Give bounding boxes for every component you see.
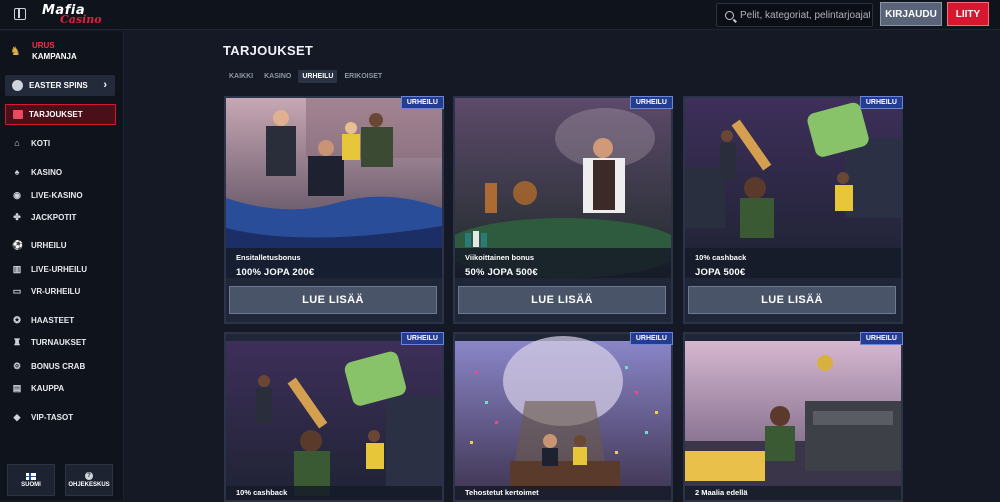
sidebar-item-live-kasino[interactable]: ◉ LIVE-KASINO xyxy=(12,190,83,201)
category-badge: URHEILU xyxy=(629,96,673,109)
category-badge: URHEILU xyxy=(859,332,903,345)
tab-sports[interactable]: URHEILU xyxy=(298,70,338,83)
sidebar-item-turnaukset[interactable]: ♜ TURNAUKSET xyxy=(12,337,86,348)
ball-icon: ⚽ xyxy=(12,240,24,250)
category-badge: URHEILU xyxy=(400,96,444,109)
offer-card[interactable]: URHEILU Tehostetut kertoimet xyxy=(453,332,673,502)
spade-icon: ♠ xyxy=(14,167,20,177)
logo[interactable]: Mafia Casino xyxy=(42,2,102,28)
offer-image xyxy=(226,334,442,500)
easter-spins-label: EASTER SPINS xyxy=(29,81,88,90)
sidebar-item-label: VR-URHEILU xyxy=(31,287,81,296)
sidebar-item-bonus-crab[interactable]: ⚙ BONUS CRAB xyxy=(12,361,85,372)
sidebar-item-kasino[interactable]: ♠ KASINO xyxy=(12,167,63,177)
offer-image xyxy=(685,334,901,500)
bull-icon: ♞ xyxy=(10,44,21,58)
badge-icon: ✪ xyxy=(13,315,21,325)
sidebar-toggle-icon[interactable] xyxy=(14,8,26,20)
offer-card[interactable]: URHEILU Viikoittainen bonus 50% JOPA 500… xyxy=(453,96,673,324)
sidebar-item-label: HAASTEET xyxy=(31,316,75,325)
language-button[interactable]: SUOMI xyxy=(7,464,55,496)
join-button[interactable]: LIITY xyxy=(947,2,989,26)
offer-image xyxy=(226,98,442,278)
sidebar: ♞ URUS KAMPANJA EASTER SPINS › TARJOUKSE… xyxy=(0,31,124,500)
offer-subtitle: Ensitalletusbonus xyxy=(236,253,301,262)
help-label: OHJEKESKUS xyxy=(68,482,110,488)
offer-subtitle: 10% cashback xyxy=(236,488,288,497)
offer-tabs: KAIKKI KASINO URHEILU ERIKOISET xyxy=(225,70,386,83)
sidebar-item-label: KOTI xyxy=(31,138,51,148)
sidebar-item-vr-urheilu[interactable]: ▭ VR-URHEILU xyxy=(12,286,81,297)
offer-card[interactable]: URHEILU 10% cashback JOPA 500€ LUE LISÄÄ xyxy=(683,96,903,324)
promo-line1: URUS xyxy=(32,41,55,50)
login-button[interactable]: KIRJAUDU xyxy=(880,2,942,26)
sidebar-item-label: LIVE-KASINO xyxy=(31,191,83,200)
sidebar-item-label: URHEILU xyxy=(31,241,67,250)
sidebar-item-haasteet[interactable]: ✪ HAASTEET xyxy=(12,315,74,326)
offer-title: JOPA 500€ xyxy=(695,267,746,278)
sidebar-item-offers[interactable]: TARJOUKSET xyxy=(5,104,116,125)
search-icon xyxy=(725,10,734,20)
sidebar-item-urheilu[interactable]: ⚽ URHEILU xyxy=(12,240,67,251)
offer-image xyxy=(455,334,671,500)
category-badge: URHEILU xyxy=(629,332,673,345)
offer-image xyxy=(685,98,901,278)
offer-title: 100% JOPA 200€ xyxy=(236,267,315,278)
sidebar-item-kauppa[interactable]: ▤ KAUPPA xyxy=(12,383,64,394)
category-badge: URHEILU xyxy=(859,96,903,109)
help-center-button[interactable]: ? OHJEKESKUS xyxy=(65,464,113,496)
offer-subtitle: Viikoittainen bonus xyxy=(465,253,535,262)
offer-subtitle: 2 Maalia edellä xyxy=(695,488,748,497)
search-box[interactable] xyxy=(716,3,873,27)
read-more-button[interactable]: LUE LISÄÄ xyxy=(229,286,437,314)
tab-specials[interactable]: ERIKOISET xyxy=(340,70,386,83)
offer-card[interactable]: URHEILU 2 Maalia edellä xyxy=(683,332,903,502)
page-title: TARJOUKSET xyxy=(223,43,314,58)
offer-subtitle: 10% cashback xyxy=(695,253,747,262)
sidebar-item-label: TURNAUKSET xyxy=(31,338,87,347)
sidebar-item-koti[interactable]: ⌂ KOTI xyxy=(12,138,50,148)
egg-icon xyxy=(12,80,23,91)
sidebar-item-label: BONUS CRAB xyxy=(31,362,86,371)
promo-line2: KAMPANJA xyxy=(32,52,77,61)
read-more-button[interactable]: LUE LISÄÄ xyxy=(458,286,666,314)
sidebar-item-label: KAUPPA xyxy=(31,384,65,393)
offer-image xyxy=(455,98,671,278)
sidebar-item-label: TARJOUKSET xyxy=(29,110,83,119)
offer-card[interactable]: URHEILU 10% cashback xyxy=(224,332,444,502)
clover-icon: ✤ xyxy=(13,212,21,222)
easter-spins-button[interactable]: EASTER SPINS › xyxy=(5,75,115,96)
offer-title: 50% JOPA 500€ xyxy=(465,267,538,278)
language-label: SUOMI xyxy=(21,481,41,488)
sidebar-item-label: LIVE-URHEILU xyxy=(31,265,87,274)
top-bar: Mafia Casino KIRJAUDU LIITY xyxy=(0,0,1000,30)
shop-icon: ▤ xyxy=(12,383,22,393)
sidebar-item-label: KASINO xyxy=(31,167,63,177)
crab-icon: ⚙ xyxy=(12,361,22,371)
category-badge: URHEILU xyxy=(400,332,444,345)
tab-all[interactable]: KAIKKI xyxy=(225,70,257,83)
diamond-icon: ◆ xyxy=(13,412,21,422)
offer-card[interactable]: URHEILU Ensitalletusbonus 100% JOPA 200€… xyxy=(224,96,444,324)
sidebar-item-vip-tasot[interactable]: ◆ VIP-TASOT xyxy=(12,412,74,423)
offer-subtitle: Tehostetut kertoimet xyxy=(465,488,539,497)
logo-sub-text: Casino xyxy=(60,13,102,26)
sidebar-item-label: JACKPOTIT xyxy=(31,213,77,222)
tab-casino[interactable]: KASINO xyxy=(260,70,295,83)
vr-icon: ▭ xyxy=(12,286,22,296)
home-icon: ⌂ xyxy=(14,138,20,148)
sidebar-item-live-urheilu[interactable]: ▥ LIVE-URHEILU xyxy=(12,264,87,275)
sidebar-item-label: VIP-TASOT xyxy=(31,413,74,422)
chip-icon: ◉ xyxy=(13,190,21,200)
read-more-button[interactable]: LUE LISÄÄ xyxy=(688,286,896,314)
gift-icon xyxy=(13,110,23,119)
finland-flag-icon xyxy=(26,472,36,480)
trophy-icon: ♜ xyxy=(12,337,22,347)
sidebar-item-jackpotit[interactable]: ✤ JACKPOTIT xyxy=(12,212,76,223)
help-icon: ? xyxy=(85,472,93,480)
chart-icon: ▥ xyxy=(12,264,22,274)
chevron-right-icon: › xyxy=(103,79,107,91)
search-input[interactable] xyxy=(740,9,870,21)
